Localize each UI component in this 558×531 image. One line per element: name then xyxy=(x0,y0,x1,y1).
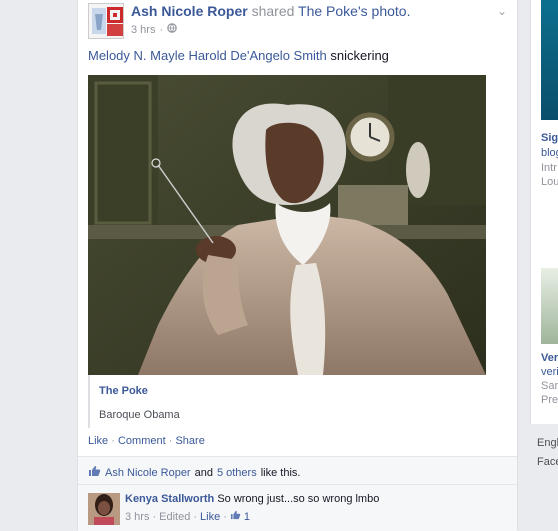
comment-like-count[interactable]: 1 xyxy=(244,511,250,523)
ad2-line4: Pre xyxy=(541,394,558,406)
chevron-down-icon[interactable]: ⌄ xyxy=(495,4,509,18)
liker-name[interactable]: Ash Nicole Roper xyxy=(105,467,191,479)
author-avatar[interactable] xyxy=(88,3,124,39)
comment-item: Kenya Stallworth So wrong just...so so w… xyxy=(78,484,517,531)
comment-edited[interactable]: Edited xyxy=(159,511,190,523)
quote-caption: Baroque Obama xyxy=(99,409,180,421)
commenter-avatar[interactable] xyxy=(88,493,120,525)
comment-separator: · xyxy=(193,510,198,523)
comment-like-button[interactable]: Like xyxy=(200,511,220,523)
action-separator: · xyxy=(111,435,115,447)
author-name[interactable]: Ash Nicole Roper xyxy=(131,3,248,19)
likes-suffix: like this. xyxy=(260,466,301,479)
comment-separator: · xyxy=(223,510,227,523)
post-timestamp[interactable]: 3 hrs xyxy=(131,24,155,36)
message-text: snickering xyxy=(330,48,389,63)
likes-others[interactable]: 5 others xyxy=(217,467,257,479)
comment-meta: 3 hrs · Edited · Like · 1 xyxy=(125,510,250,523)
left-gutter xyxy=(0,0,77,530)
post-photo[interactable] xyxy=(88,75,486,375)
meta-separator: · xyxy=(159,23,164,36)
thumbs-up-icon xyxy=(88,465,101,480)
ad1-line2[interactable]: blog xyxy=(541,147,558,159)
shared-text: shared xyxy=(251,3,295,19)
shared-link-preview[interactable]: The Poke Baroque Obama xyxy=(88,375,486,428)
footer-language[interactable]: Engl xyxy=(537,437,558,449)
post-message: Melody N. Mayle Harold De'Angelo Smith s… xyxy=(88,48,389,63)
commenter-name[interactable]: Kenya Stallworth xyxy=(125,493,214,505)
post-card: Ash Nicole Roper shared The Poke's photo… xyxy=(77,0,518,531)
likes-summary: Ash Nicole Roper and 5 others like this. xyxy=(78,456,517,485)
ad1-line4: Lou xyxy=(541,176,558,188)
comment-button[interactable]: Comment xyxy=(118,435,166,447)
thumbs-up-icon xyxy=(230,510,241,523)
ad2-line3: Sar xyxy=(541,380,558,392)
likes-line: Ash Nicole Roper and 5 others like this. xyxy=(88,465,300,480)
likes-and: and xyxy=(194,466,213,479)
comment-separator: · xyxy=(152,510,157,523)
ad2-title[interactable]: Ver xyxy=(541,352,558,364)
ad1-title[interactable]: Sig xyxy=(541,132,558,144)
action-separator: · xyxy=(168,435,173,447)
tagged-user-1[interactable]: Melody N. Mayle xyxy=(88,48,185,63)
comment-time[interactable]: 3 hrs xyxy=(125,511,149,523)
footer-facebook[interactable]: Face xyxy=(537,456,558,468)
globe-icon[interactable] xyxy=(167,23,177,36)
ad1-line3: Intr xyxy=(541,162,557,174)
post-actions: Like · Comment · Share xyxy=(88,435,205,447)
ad-image-2[interactable] xyxy=(541,268,558,344)
ad2-line2[interactable]: veri xyxy=(541,366,558,378)
ad-image-1[interactable] xyxy=(541,0,558,120)
post-header: Ash Nicole Roper shared The Poke's photo… xyxy=(131,3,410,20)
comment-body: Kenya Stallworth So wrong just...so so w… xyxy=(125,493,379,505)
quote-title[interactable]: The Poke xyxy=(99,385,148,397)
tagged-user-2[interactable]: Harold De'Angelo Smith xyxy=(188,48,326,63)
comment-text: So wrong just...so so wrong lmbo xyxy=(217,493,380,505)
source-link[interactable]: The Poke's photo. xyxy=(298,3,410,19)
post-meta: 3 hrs · xyxy=(131,23,177,36)
share-button[interactable]: Share xyxy=(175,435,204,447)
like-button[interactable]: Like xyxy=(88,435,108,447)
